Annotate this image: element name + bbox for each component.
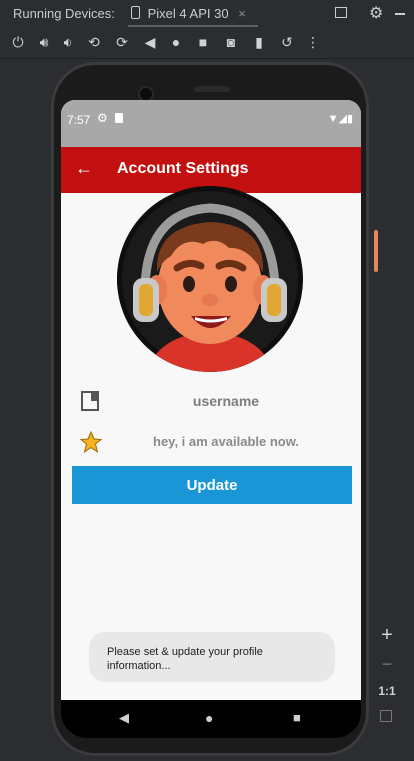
minimize-icon[interactable] <box>395 13 405 15</box>
zoom-in-button[interactable]: + <box>372 624 402 647</box>
snapshot-icon[interactable]: ↺ <box>277 32 297 52</box>
gear-icon[interactable]: ⚙ <box>369 3 383 23</box>
sd-card-icon <box>115 113 123 123</box>
zoom-controls: + − 1:1 <box>372 620 402 740</box>
system-nav-bar: ◀ ● ■ <box>61 700 361 738</box>
name-card-icon <box>81 391 99 411</box>
toast-message: Please set & update your profile informa… <box>89 632 335 682</box>
actual-size-button[interactable]: 1:1 <box>372 684 402 698</box>
panel-title: Running Devices: <box>13 6 115 21</box>
nav-home-icon[interactable]: ● <box>205 710 213 726</box>
status-field[interactable]: hey, i am available now. <box>131 434 321 449</box>
avatar[interactable] <box>117 186 303 372</box>
avatar-illustration <box>117 186 303 372</box>
tab-underline <box>128 25 258 27</box>
power-icon[interactable]: ⏻ <box>8 32 28 52</box>
volume-up-icon[interactable]: 🔊︎ <box>34 32 54 52</box>
close-tab-icon[interactable]: × <box>238 6 246 21</box>
page-title: Account Settings <box>117 160 249 177</box>
more-icon[interactable]: ⋮ <box>303 32 323 52</box>
username-field[interactable]: username <box>131 393 321 409</box>
update-button[interactable]: Update <box>72 466 352 504</box>
overview-icon[interactable]: ■ <box>193 32 213 52</box>
zoom-out-button[interactable]: − <box>372 654 402 675</box>
phone-icon <box>131 6 140 19</box>
star-icon <box>79 430 103 454</box>
phone-screen: 7:57 ⚙ ▼◢▮ ← Account Settings username h… <box>61 100 361 700</box>
camera-icon[interactable]: ◙ <box>221 32 241 52</box>
side-button <box>374 230 378 272</box>
device-toolbar: ⏻ 🔊︎ 🔉︎ ⟲ ⟳ ◀ ● ■ ◙ ▮ ↺ ⋮ <box>0 28 414 59</box>
fit-screen-icon[interactable] <box>380 710 392 722</box>
rotate-left-icon[interactable]: ⟲ <box>84 32 104 52</box>
device-tab-label: Pixel 4 API 30 <box>147 6 229 21</box>
status-bar: 7:57 ⚙ ▼◢▮ <box>61 100 361 147</box>
tab-device[interactable]: Pixel 4 API 30 × <box>131 6 246 21</box>
settings-notification-icon: ⚙ <box>97 111 108 125</box>
status-time: 7:57 <box>67 113 91 127</box>
window-layout-icon[interactable] <box>335 7 347 18</box>
volume-down-icon[interactable]: 🔉︎ <box>58 32 78 52</box>
ide-title-bar: Running Devices: Pixel 4 API 30 × ⚙ <box>0 0 414 28</box>
home-icon[interactable]: ● <box>166 32 186 52</box>
nav-back-icon[interactable]: ◀ <box>119 710 129 726</box>
back-icon[interactable]: ◀ <box>140 32 160 52</box>
rotate-right-icon[interactable]: ⟳ <box>112 32 132 52</box>
signal-battery-icon: ▼◢▮ <box>327 113 353 125</box>
nav-recents-icon[interactable]: ■ <box>293 710 301 725</box>
record-icon[interactable]: ▮ <box>249 32 269 52</box>
earpiece <box>194 86 230 92</box>
back-arrow-icon[interactable]: ← <box>75 158 93 179</box>
